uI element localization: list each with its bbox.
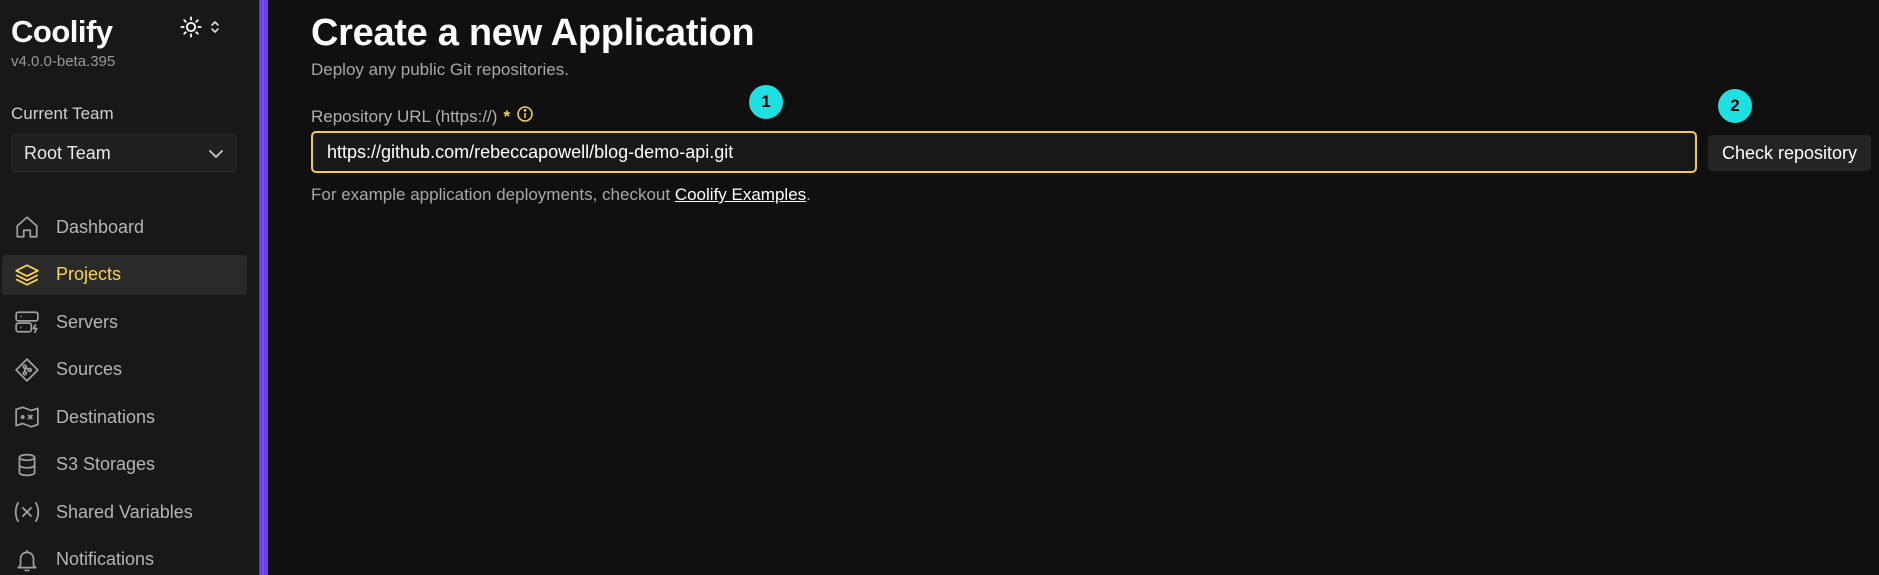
git-icon — [12, 355, 42, 385]
repository-url-input[interactable] — [311, 131, 1697, 173]
current-team-label: Current Team — [11, 104, 114, 123]
database-icon — [12, 450, 42, 480]
page-subtitle: Deploy any public Git repositories. — [311, 60, 569, 79]
bell-icon — [12, 545, 42, 575]
variable-icon — [12, 497, 42, 527]
chevron-down-icon — [208, 143, 224, 164]
sidebar-item-dashboard[interactable]: Dashboard — [2, 207, 247, 247]
sidebar-item-projects[interactable]: Projects — [2, 254, 247, 295]
sidebar-item-destinations[interactable]: Destinations — [2, 397, 247, 437]
annotation-marker-1: 1 — [748, 84, 784, 120]
sidebar-item-servers[interactable]: Servers — [2, 302, 247, 342]
theme-toggle[interactable] — [180, 16, 220, 38]
examples-hint-suffix: . — [806, 185, 811, 204]
chevron-up-down-icon — [210, 19, 220, 35]
main-content: Create a new Application Deploy any publ… — [311, 0, 1871, 575]
brand-logo[interactable]: Coolify — [11, 14, 113, 50]
sidebar-item-sources[interactable]: Sources — [2, 350, 247, 390]
sidebar-edge — [259, 0, 268, 575]
destination-icon — [12, 402, 42, 432]
sun-icon — [180, 16, 202, 38]
examples-hint: For example application deployments, che… — [311, 185, 811, 205]
sidebar-item-label: Shared Variables — [56, 501, 193, 522]
server-icon — [12, 307, 42, 337]
check-repository-button[interactable]: Check repository — [1708, 135, 1871, 171]
sidebar-item-label: Dashboard — [56, 216, 145, 237]
home-icon — [12, 212, 42, 242]
layers-icon — [12, 260, 42, 290]
annotation-marker-2: 2 — [1717, 88, 1753, 124]
page-title: Create a new Application — [311, 12, 755, 54]
sidebar-item-label: Projects — [56, 264, 122, 284]
version-label: v4.0.0-beta.395 — [11, 53, 116, 70]
examples-hint-text: For example application deployments, che… — [311, 185, 671, 204]
sidebar-item-notifications[interactable]: Notifications — [2, 540, 247, 575]
repository-url-label: Repository URL (https://) * — [311, 105, 534, 128]
sidebar-item-label: Destinations — [56, 406, 156, 427]
sidebar-nav: Dashboard Projects Servers Sources Desti… — [2, 207, 247, 575]
team-select-value: Root Team — [24, 142, 111, 163]
sidebar-item-label: Sources — [56, 359, 123, 379]
coolify-examples-link[interactable]: Coolify Examples — [675, 185, 806, 204]
info-icon[interactable] — [516, 105, 534, 128]
sidebar-item-label: Servers — [56, 311, 119, 332]
sidebar-item-shared-variables[interactable]: Shared Variables — [2, 492, 247, 532]
repository-url-label-text: Repository URL (https://) — [311, 106, 498, 126]
sidebar-item-label: Notifications — [56, 549, 155, 569]
required-indicator: * — [503, 106, 511, 126]
sidebar-item-label: S3 Storages — [56, 454, 156, 474]
team-select[interactable]: Root Team — [11, 134, 237, 172]
app-root: Coolify v4.0.0-beta.395 Current Team Roo… — [0, 0, 1879, 575]
sidebar-item-s3-storages[interactable]: S3 Storages — [2, 445, 247, 485]
sidebar: Coolify v4.0.0-beta.395 Current Team Roo… — [0, 0, 258, 575]
